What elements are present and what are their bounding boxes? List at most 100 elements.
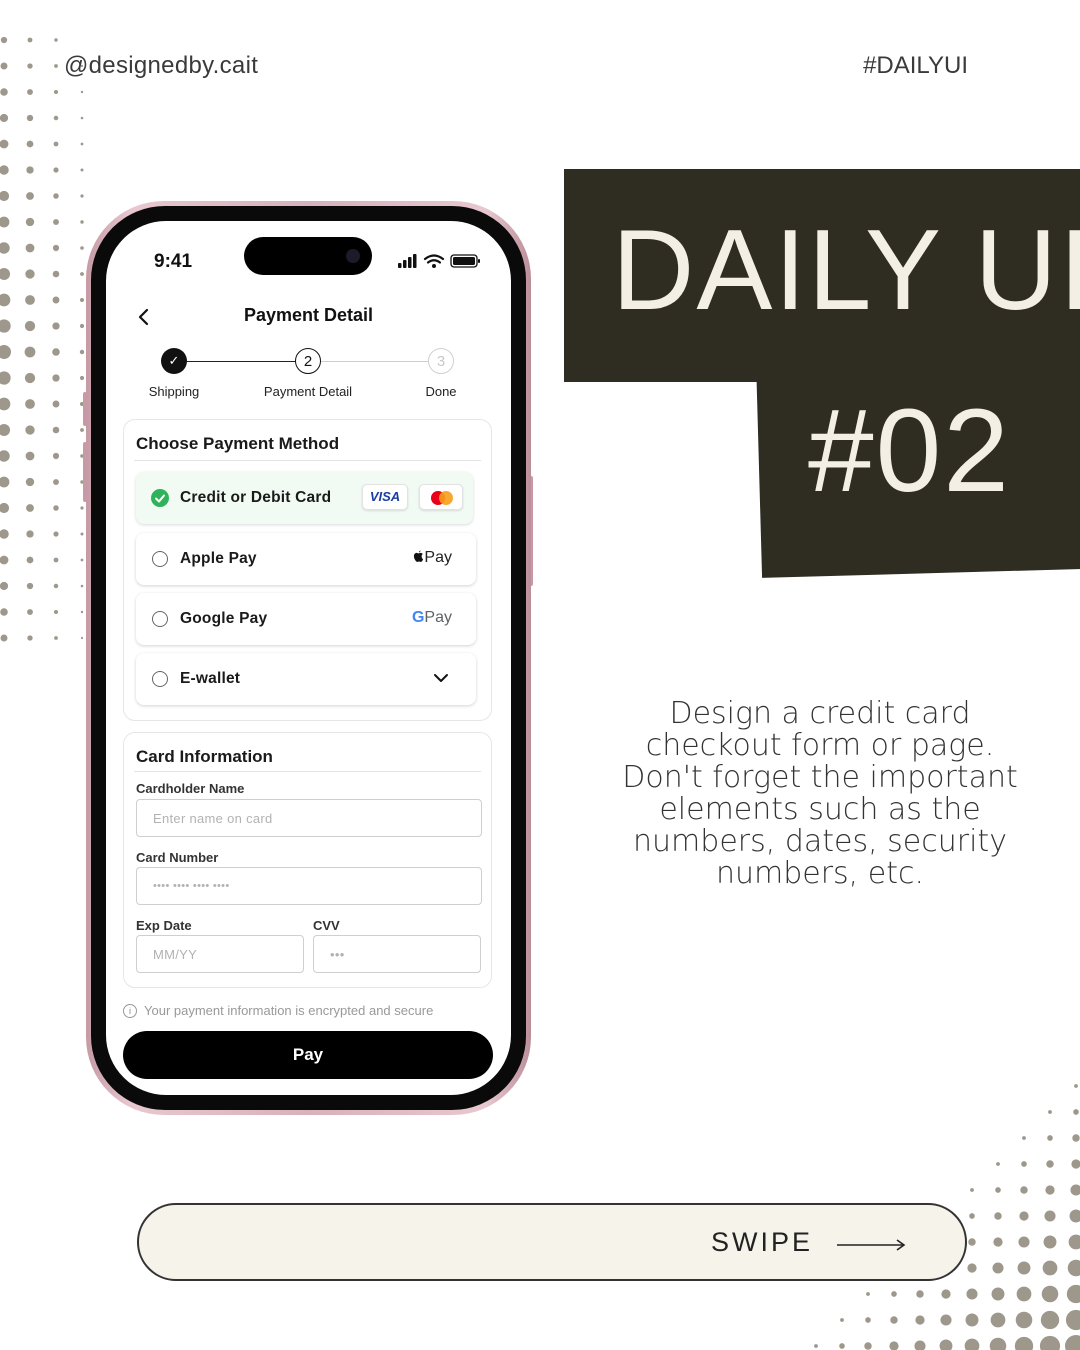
halftone-dots-left <box>0 36 85 642</box>
halftone-dot <box>53 167 59 173</box>
halftone-dot <box>80 220 84 224</box>
halftone-dot <box>840 1318 844 1322</box>
halftone-dot <box>27 89 33 95</box>
google-pay-text: Pay <box>424 609 452 626</box>
halftone-dot <box>1019 1211 1029 1221</box>
radio-button[interactable] <box>152 551 168 567</box>
halftone-dot <box>26 192 34 200</box>
halftone-dot <box>27 609 33 615</box>
halftone-dot <box>1014 1336 1034 1350</box>
payment-method-card: Choose Payment Method Credit or Debit Ca… <box>123 419 492 721</box>
step-done-label: Done <box>425 384 457 399</box>
payment-option-label: Apple Pay <box>180 550 257 567</box>
halftone-dot <box>53 505 59 511</box>
halftone-dot <box>1021 1161 1027 1167</box>
challenge-number: #02 <box>808 385 1011 517</box>
halftone-dot <box>54 636 58 640</box>
halftone-dot <box>52 322 60 330</box>
halftone-dot <box>52 400 60 408</box>
page-title: Payment Detail <box>243 305 374 325</box>
halftone-dot <box>24 372 36 384</box>
cardholder-name-input[interactable]: Enter name on card <box>136 799 482 837</box>
pay-button[interactable]: Pay <box>123 1031 493 1079</box>
halftone-dot <box>26 504 34 512</box>
halftone-dot <box>992 1262 1004 1274</box>
halftone-dot <box>53 531 59 537</box>
halftone-dot <box>53 583 59 589</box>
halftone-dot <box>26 556 34 564</box>
cvv-input[interactable]: ••• <box>313 935 481 973</box>
exp-date-input[interactable]: MM/YY <box>136 935 304 973</box>
halftone-dot <box>1040 1310 1060 1330</box>
halftone-dot <box>0 216 10 228</box>
halftone-dot <box>996 1162 1000 1166</box>
halftone-dot <box>26 582 34 590</box>
halftone-dot <box>25 217 35 227</box>
halftone-dot <box>80 532 84 536</box>
halftone-dot <box>890 1316 898 1324</box>
halftone-dot <box>80 506 84 510</box>
info-icon: i <box>123 1004 137 1018</box>
payment-option-google-pay[interactable]: Google Pay GPay <box>136 593 476 645</box>
payment-option-apple-pay[interactable]: Apple Pay Pay <box>136 533 476 585</box>
apple-pay-text: Pay <box>424 549 452 566</box>
halftone-dot <box>1043 1235 1057 1249</box>
halftone-dot <box>52 296 60 304</box>
halftone-dot <box>80 246 84 250</box>
halftone-dot <box>80 610 84 614</box>
halftone-dot <box>914 1340 926 1350</box>
wifi-icon <box>423 254 445 264</box>
halftone-dot <box>969 1213 975 1219</box>
halftone-dot <box>52 452 60 460</box>
payment-option-card[interactable]: Credit or Debit Card VISA <box>136 472 473 524</box>
halftone-dot <box>0 165 9 175</box>
halftone-dot <box>80 116 84 120</box>
halftone-dot <box>27 63 33 69</box>
stepper-line-complete <box>174 361 296 362</box>
divider <box>134 771 481 772</box>
step-payment-label: Payment Detail <box>263 384 353 399</box>
halftone-dot <box>1074 1084 1078 1088</box>
halftone-dot <box>1020 1186 1028 1194</box>
payment-option-e-wallet[interactable]: E-wallet <box>136 653 476 705</box>
halftone-dot <box>993 1237 1003 1247</box>
halftone-dot <box>27 37 33 43</box>
exp-date-label: Exp Date <box>136 918 192 933</box>
daily-ui-title: DAILY UI <box>612 207 1080 334</box>
halftone-dot <box>967 1263 977 1273</box>
halftone-dot <box>24 320 36 332</box>
halftone-dots-bottom-right <box>814 1084 1080 1350</box>
card-information-title: Card Information <box>136 747 273 766</box>
halftone-dot <box>0 345 11 359</box>
halftone-dot <box>965 1313 979 1327</box>
cvv-placeholder: ••• <box>330 947 345 962</box>
halftone-dot <box>865 1317 871 1323</box>
halftone-dot <box>1018 1236 1030 1248</box>
halftone-dot <box>26 530 34 538</box>
halftone-dot <box>0 476 10 488</box>
step-shipping-label: Shipping <box>148 384 200 399</box>
halftone-dot <box>0 397 11 411</box>
halftone-dot <box>26 114 34 122</box>
visa-icon: VISA <box>362 484 408 510</box>
card-number-placeholder: •••• •••• •••• •••• <box>153 880 230 892</box>
halftone-dot <box>964 1338 980 1350</box>
status-time: 9:41 <box>154 251 193 272</box>
chevron-down-icon[interactable] <box>432 671 450 685</box>
card-number-input[interactable]: •••• •••• •••• •••• <box>136 867 482 905</box>
halftone-dot <box>1017 1261 1031 1275</box>
halftone-dot <box>1039 1335 1061 1350</box>
halftone-dot <box>995 1187 1001 1193</box>
radio-button[interactable] <box>152 611 168 627</box>
wifi-dot <box>432 264 436 268</box>
halftone-dot <box>25 295 35 305</box>
check-circle-icon <box>151 489 169 507</box>
halftone-dot <box>80 636 84 640</box>
halftone-dot <box>0 139 9 149</box>
halftone-dot <box>54 38 58 42</box>
halftone-dot <box>52 374 60 382</box>
radio-button[interactable] <box>152 671 168 687</box>
swipe-button[interactable]: SWIPE <box>137 1203 967 1281</box>
halftone-dot <box>1065 1309 1080 1331</box>
halftone-dot <box>0 581 9 591</box>
